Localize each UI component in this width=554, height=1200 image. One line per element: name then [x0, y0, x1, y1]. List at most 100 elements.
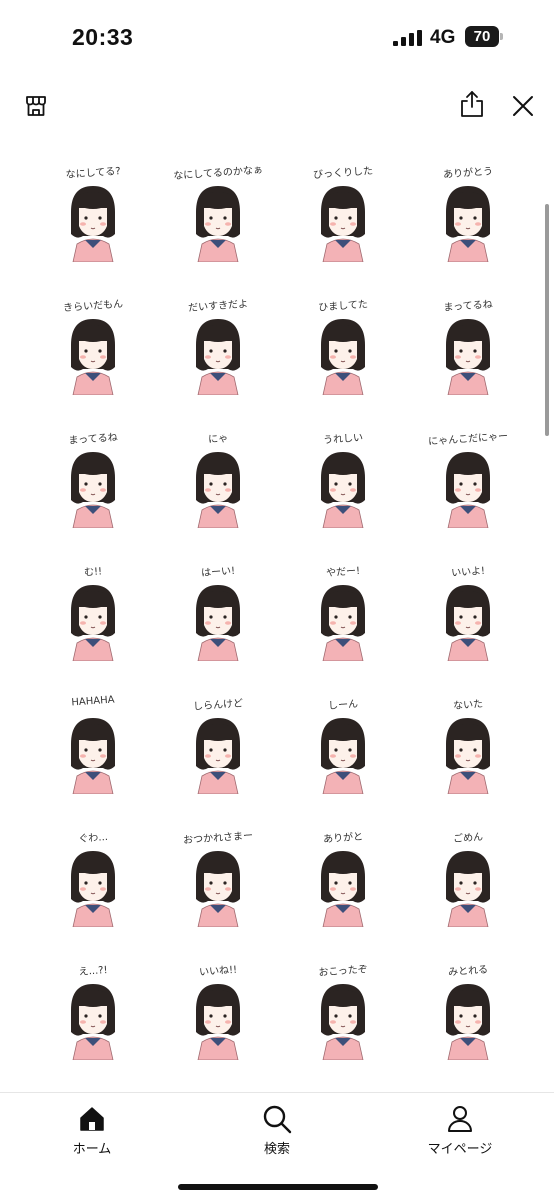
sticker-caption: ないた [452, 698, 483, 713]
sticker-character-icon [445, 186, 490, 262]
sticker: おつかれさまー [170, 813, 266, 931]
status-bar: 20:33 4G 70 [0, 0, 554, 74]
sticker-caption: ありがとう [442, 166, 493, 181]
sticker-item[interactable]: しらんけど [155, 680, 280, 813]
sticker-caption: ありがと [322, 831, 363, 846]
sticker-item[interactable]: きらいだもん [30, 281, 155, 414]
sticker-character-icon [320, 585, 365, 661]
sticker-character-icon [195, 718, 240, 794]
sticker-item[interactable]: だいすきだよ [155, 281, 280, 414]
sticker-caption: まってるね [442, 299, 493, 314]
sticker-item[interactable]: うれしい [280, 414, 405, 547]
sticker-character-icon [445, 452, 490, 528]
sticker-item[interactable]: なにしてるのかなぁ [155, 148, 280, 281]
sticker: はーい! [170, 547, 266, 665]
sticker-caption: だいすきだよ [187, 298, 248, 315]
sticker-caption: む!! [83, 566, 103, 579]
sticker-character-icon [195, 319, 240, 395]
sticker-item[interactable]: しーん [280, 680, 405, 813]
sticker-item[interactable]: ありがとう [405, 148, 530, 281]
sticker-item[interactable]: ひましてた [280, 281, 405, 414]
sticker-character-icon [445, 319, 490, 395]
sticker-character-icon [195, 984, 240, 1060]
sticker-item[interactable]: まってるね [30, 414, 155, 547]
sticker: ひましてた [295, 281, 391, 399]
sticker-item[interactable]: やだー! [280, 547, 405, 680]
close-icon[interactable] [509, 92, 537, 120]
sticker-item[interactable]: ないた [405, 680, 530, 813]
sticker: む!! [45, 547, 141, 665]
sticker-caption: おつかれさまー [182, 830, 253, 847]
person-icon [410, 1103, 510, 1135]
sticker: うれしい [295, 414, 391, 532]
sticker-grid: なにしてる? なにしてるのかなぁ びっくりした ありがとうきらいだもん だいすきだよ ひま… [0, 148, 554, 1093]
sticker-caption: やだー! [325, 565, 360, 580]
nav-search[interactable]: 検索 [227, 1103, 327, 1157]
nav-mypage-label: マイページ [427, 1142, 493, 1157]
nav-mypage[interactable]: マイページ [410, 1103, 510, 1157]
sticker-caption: いいよ! [450, 565, 485, 580]
sticker-item[interactable]: おこったぞ [280, 946, 405, 1079]
sticker: きらいだもん [45, 281, 141, 399]
sticker-character-icon [445, 851, 490, 927]
sticker-character-icon [70, 186, 115, 262]
sticker-caption: なにしてるのかなぁ [172, 164, 263, 183]
sticker-item[interactable]: え...?! [30, 946, 155, 1079]
sticker-character-icon [195, 186, 240, 262]
sticker-character-icon [195, 851, 240, 927]
sticker-item[interactable]: む!! [30, 547, 155, 680]
sticker-caption: みとれる [447, 964, 488, 979]
sticker: ありがと [295, 813, 391, 931]
sticker-item[interactable]: おつかれさまー [155, 813, 280, 946]
sticker-item[interactable]: まってるね [405, 281, 530, 414]
sticker-caption: しらんけど [192, 698, 243, 713]
sticker-item[interactable]: ありがと [280, 813, 405, 946]
sticker-item[interactable]: にゃんこだにゃー [405, 414, 530, 547]
battery-level: 70 [465, 26, 499, 47]
sticker-caption: まってるね [67, 432, 118, 447]
sticker-item[interactable]: なにしてる? [30, 148, 155, 281]
sticker-item[interactable]: ごめん [405, 813, 530, 946]
sticker-character-icon [195, 452, 240, 528]
sticker-preview-screen: { "status_bar": { "time": "20:33", "netw… [0, 0, 554, 1200]
sticker: にゃ [170, 414, 266, 532]
sticker-character-icon [70, 718, 115, 794]
sticker-item[interactable]: にゃ [155, 414, 280, 547]
sticker-item[interactable]: みとれる [405, 946, 530, 1079]
sticker-item[interactable]: はーい! [155, 547, 280, 680]
sticker-caption: しーん [327, 698, 358, 713]
sticker-item[interactable]: いいよ! [405, 547, 530, 680]
sticker: いいよ! [420, 547, 516, 665]
home-indicator[interactable] [178, 1184, 378, 1190]
sticker-item[interactable]: びっくりした [280, 148, 405, 281]
nav-search-label: 検索 [263, 1142, 290, 1157]
sticker-item[interactable]: HAHAHA [30, 680, 155, 813]
nav-home[interactable]: ホーム [42, 1103, 142, 1157]
sticker-caption: おこったぞ [317, 964, 368, 979]
shop-icon[interactable] [22, 92, 50, 120]
sticker-character-icon [320, 718, 365, 794]
sticker: しらんけど [170, 680, 266, 798]
sticker-character-icon [445, 718, 490, 794]
home-icon [42, 1103, 142, 1135]
sticker: まってるね [420, 281, 516, 399]
sticker-caption: うれしい [322, 432, 363, 447]
sticker-character-icon [320, 851, 365, 927]
scrollbar[interactable] [545, 204, 549, 436]
sticker-caption: ぐわ... [77, 831, 108, 846]
sticker: びっくりした [295, 148, 391, 266]
network-type: 4G [430, 27, 456, 48]
share-icon[interactable] [458, 90, 486, 118]
sticker: え...?! [45, 946, 141, 1064]
sticker-item[interactable]: いいね!! [155, 946, 280, 1079]
battery-icon: 70 [465, 26, 503, 47]
sticker-character-icon [195, 585, 240, 661]
sticker-caption: きらいだもん [62, 298, 123, 315]
sticker-character-icon [320, 452, 365, 528]
nav-home-label: ホーム [72, 1142, 112, 1157]
sticker-character-icon [70, 585, 115, 661]
sticker-item[interactable]: ぐわ... [30, 813, 155, 946]
sticker-caption: ごめん [452, 831, 483, 846]
sticker-caption: ひましてた [317, 299, 368, 314]
sticker-character-icon [320, 319, 365, 395]
